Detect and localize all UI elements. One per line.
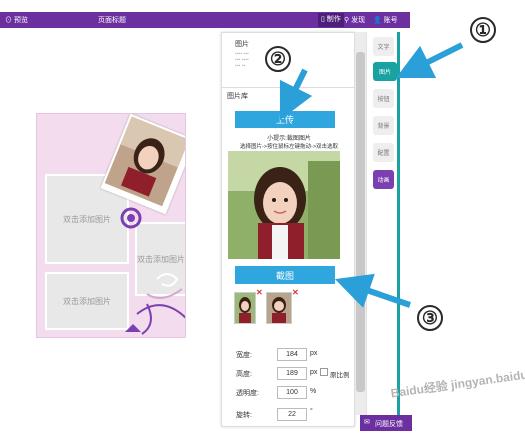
marker-3: ③	[417, 305, 443, 331]
annotation-arrows	[279, 42, 464, 308]
marker-2: ②	[265, 46, 291, 72]
marker-1: ①	[470, 17, 496, 43]
